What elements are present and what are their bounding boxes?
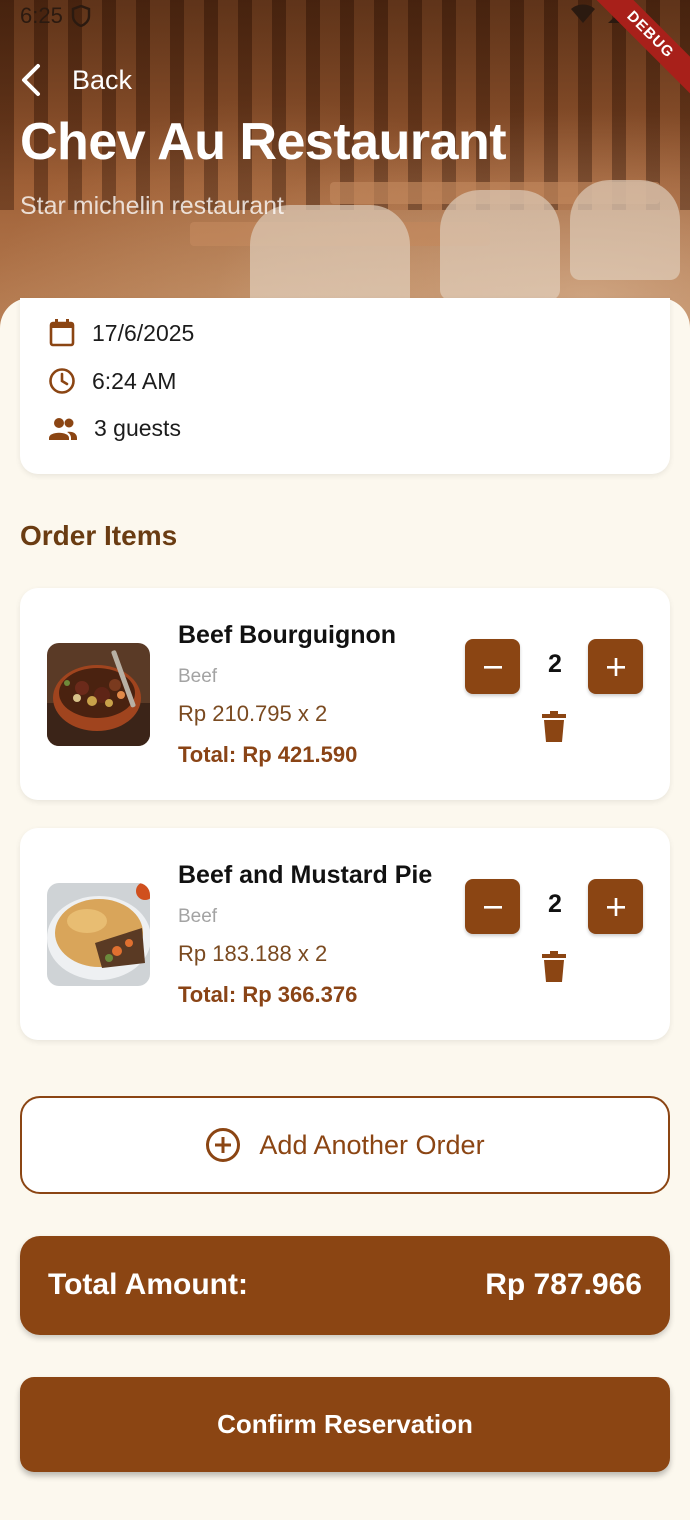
minus-icon (483, 665, 502, 669)
total-amount-value: Rp 787.966 (485, 1268, 642, 1301)
order-item-price: Rp 183.188 x 2 (178, 941, 328, 966)
order-item-name: Beef Bourguignon (178, 621, 397, 649)
restaurant-hero-image: 6:25 DEBUG Back Chev Au Restaurant Star … (0, 0, 690, 330)
people-icon (49, 417, 77, 440)
order-item-category: Beef (178, 906, 218, 927)
quantity-value: 2 (548, 650, 562, 678)
total-amount-label: Total Amount: (48, 1268, 248, 1301)
order-item-name: Beef and Mustard Pie (178, 861, 433, 889)
wifi-icon (571, 4, 595, 23)
add-another-order-label: Add Another Order (259, 1129, 485, 1160)
reservation-date-row: 17/6/2025 (48, 318, 194, 348)
order-item-category: Beef (178, 666, 218, 687)
back-button[interactable]: Back (18, 62, 132, 98)
order-item-card: Beef and Mustard Pie Beef Rp 183.188 x 2… (20, 828, 670, 1040)
quantity-value: 2 (548, 890, 562, 918)
order-item-total: Total: Rp 421.590 (178, 742, 358, 767)
shield-icon (71, 5, 91, 27)
chevron-left-icon (22, 64, 40, 96)
reservation-date: 17/6/2025 (92, 319, 195, 346)
total-amount-bar: Total Amount: Rp 787.966 (20, 1236, 670, 1335)
delete-item-button[interactable] (541, 951, 567, 983)
reservation-guests-row: 3 guests (48, 415, 181, 442)
reservation-info-card: 17/6/2025 6:24 AM 3 guests (20, 298, 670, 474)
reservation-time: 6:24 AM (92, 367, 177, 394)
order-item-card: Beef Bourguignon Beef Rp 210.795 x 2 Tot… (20, 588, 670, 800)
status-bar: 6:25 (20, 2, 91, 30)
food-image-beef-mustard-pie (47, 883, 150, 986)
confirm-reservation-button[interactable]: Confirm Reservation (20, 1377, 670, 1472)
clock-icon (49, 368, 75, 394)
reservation-time-row: 6:24 AM (48, 367, 176, 395)
add-circle-icon (206, 1128, 241, 1162)
plus-icon (606, 897, 625, 916)
back-label: Back (72, 64, 133, 95)
plus-icon (606, 657, 625, 676)
increase-quantity-button[interactable] (588, 639, 643, 694)
status-time: 6:25 (20, 3, 63, 28)
restaurant-subtitle: Star michelin restaurant (20, 192, 285, 220)
restaurant-title: Chev Au Restaurant (20, 113, 507, 171)
order-item-price: Rp 210.795 x 2 (178, 701, 328, 726)
food-image-beef-bourguignon (47, 643, 150, 746)
order-item-total: Total: Rp 366.376 (178, 982, 358, 1007)
reservation-guests: 3 guests (94, 415, 181, 441)
delete-item-button[interactable] (541, 711, 567, 743)
calendar-icon (49, 319, 75, 347)
decrease-quantity-button[interactable] (465, 879, 520, 934)
decrease-quantity-button[interactable] (465, 639, 520, 694)
order-items-heading: Order Items (20, 520, 178, 551)
increase-quantity-button[interactable] (588, 879, 643, 934)
add-another-order-button[interactable]: Add Another Order (20, 1096, 670, 1194)
minus-icon (483, 905, 502, 909)
